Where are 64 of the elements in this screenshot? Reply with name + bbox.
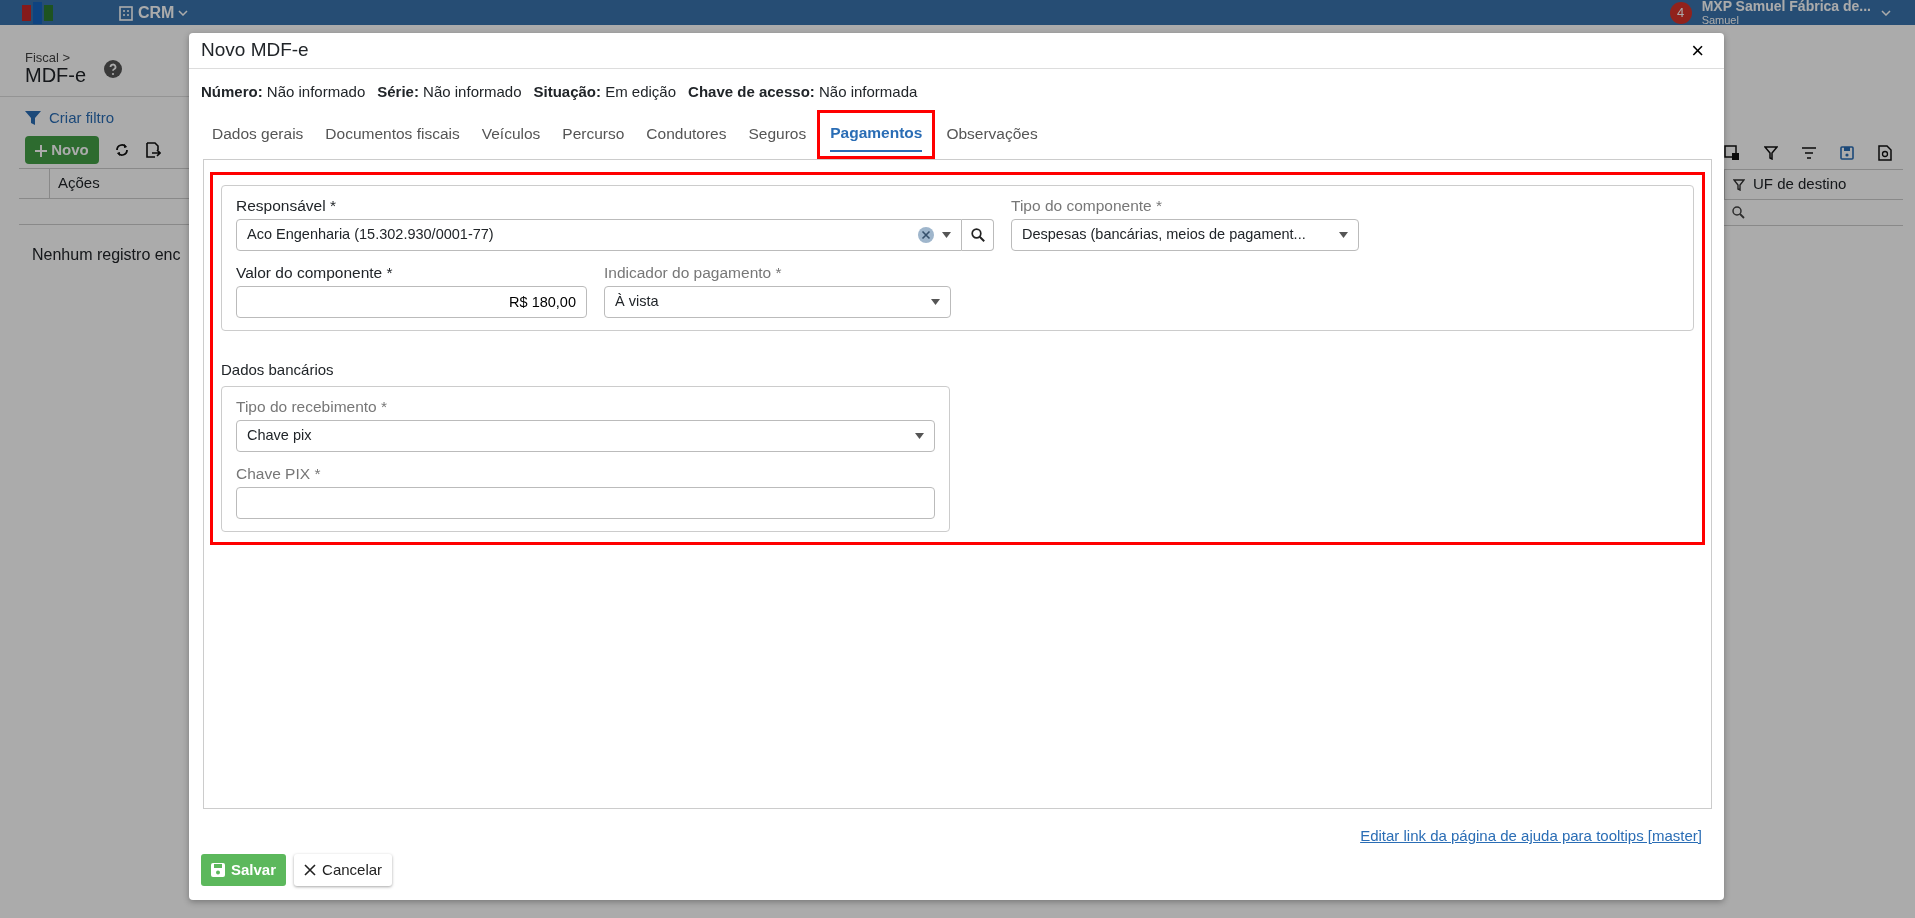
tab[interactable]: Documentos fiscais <box>314 109 471 159</box>
select-field[interactable]: Aco Engenharia (15.302.930/0001-77) <box>236 219 962 251</box>
help-link[interactable]: Editar link da página de ajuda para tooltips [master] <box>1360 827 1702 844</box>
tab[interactable]: Percurso <box>551 109 636 159</box>
caret-icon <box>178 9 189 16</box>
caret-icon <box>1881 9 1891 16</box>
filter-icon[interactable] <box>1764 146 1778 160</box>
caret-icon <box>1339 232 1348 238</box>
search-button[interactable] <box>962 219 994 251</box>
help-icon[interactable] <box>104 59 123 78</box>
field-label: Indicador do pagamento * <box>604 263 783 283</box>
cancel-button[interactable]: Cancelar <box>294 853 393 886</box>
field-label: Valor do componente * <box>236 263 394 283</box>
breadcrumb[interactable]: Fiscal > <box>25 51 87 64</box>
currency-input[interactable]: R$ 180,00 <box>236 286 587 319</box>
save-icon[interactable] <box>1840 146 1854 160</box>
tab[interactable]: Seguros <box>737 109 818 159</box>
search-icon[interactable] <box>1732 206 1745 219</box>
select-field[interactable]: Chave pix <box>236 420 935 452</box>
filter-icon[interactable] <box>25 111 41 126</box>
spreadsheet-icon[interactable] <box>1724 145 1740 161</box>
clear-icon[interactable] <box>918 227 934 243</box>
close-button[interactable]: × <box>1687 39 1708 62</box>
notification-badge: 4 <box>1669 1 1692 24</box>
tab[interactable]: Dados gerais <box>201 109 315 159</box>
tab[interactable]: Observações <box>935 109 1049 159</box>
building-icon <box>118 4 134 21</box>
plus-icon <box>35 144 47 157</box>
caret-icon <box>931 299 940 306</box>
info-text: Número: Não informado <box>201 82 366 102</box>
empty-message: Nenhum registro enc <box>31 245 182 265</box>
tab[interactable]: Pagamentos <box>817 109 936 159</box>
section-heading: Dados bancários <box>221 360 335 381</box>
field-label: Tipo do componente * <box>1011 195 1164 216</box>
field-label: Chave PIX * <box>236 464 322 484</box>
info-text: Chave de acesso: Não informada <box>688 82 918 102</box>
document-icon[interactable] <box>1878 145 1892 161</box>
sort-icon[interactable] <box>1802 147 1816 159</box>
info-text: Situação: Em edição <box>533 82 677 102</box>
column-header[interactable]: Ações <box>50 172 130 195</box>
text-input[interactable] <box>236 487 935 520</box>
user-subtitle: Samuel <box>1701 14 1740 26</box>
filter-icon[interactable] <box>1733 178 1745 191</box>
page-title: MDF-e <box>25 64 87 86</box>
save-icon <box>211 862 225 877</box>
search-icon <box>970 228 985 242</box>
field-label: Responsável * <box>236 195 337 216</box>
column-header[interactable]: UF de destino <box>1753 173 1847 196</box>
field-label: Tipo do recebimento * <box>236 396 389 417</box>
caret-icon <box>915 433 924 439</box>
close-icon <box>304 863 317 876</box>
caret-icon <box>942 232 951 238</box>
tab[interactable]: Veículos <box>470 109 552 159</box>
user-name[interactable]: MXP Samuel Fábrica de... <box>1701 0 1871 15</box>
logo-icon <box>22 1 54 24</box>
tab[interactable]: Condutores <box>635 109 738 159</box>
refresh-icon[interactable] <box>114 141 129 158</box>
export-icon[interactable] <box>144 141 161 158</box>
info-text: Série: Não informado <box>377 82 522 102</box>
filter-link[interactable]: Criar filtro <box>49 107 114 130</box>
modal-title: Novo MDF-e <box>201 38 309 63</box>
menu-item[interactable]: CRM <box>138 0 175 25</box>
select-field[interactable]: Despesas (bancárias, meios de pagament... <box>1011 219 1359 251</box>
select-field[interactable]: À vista <box>604 286 951 319</box>
